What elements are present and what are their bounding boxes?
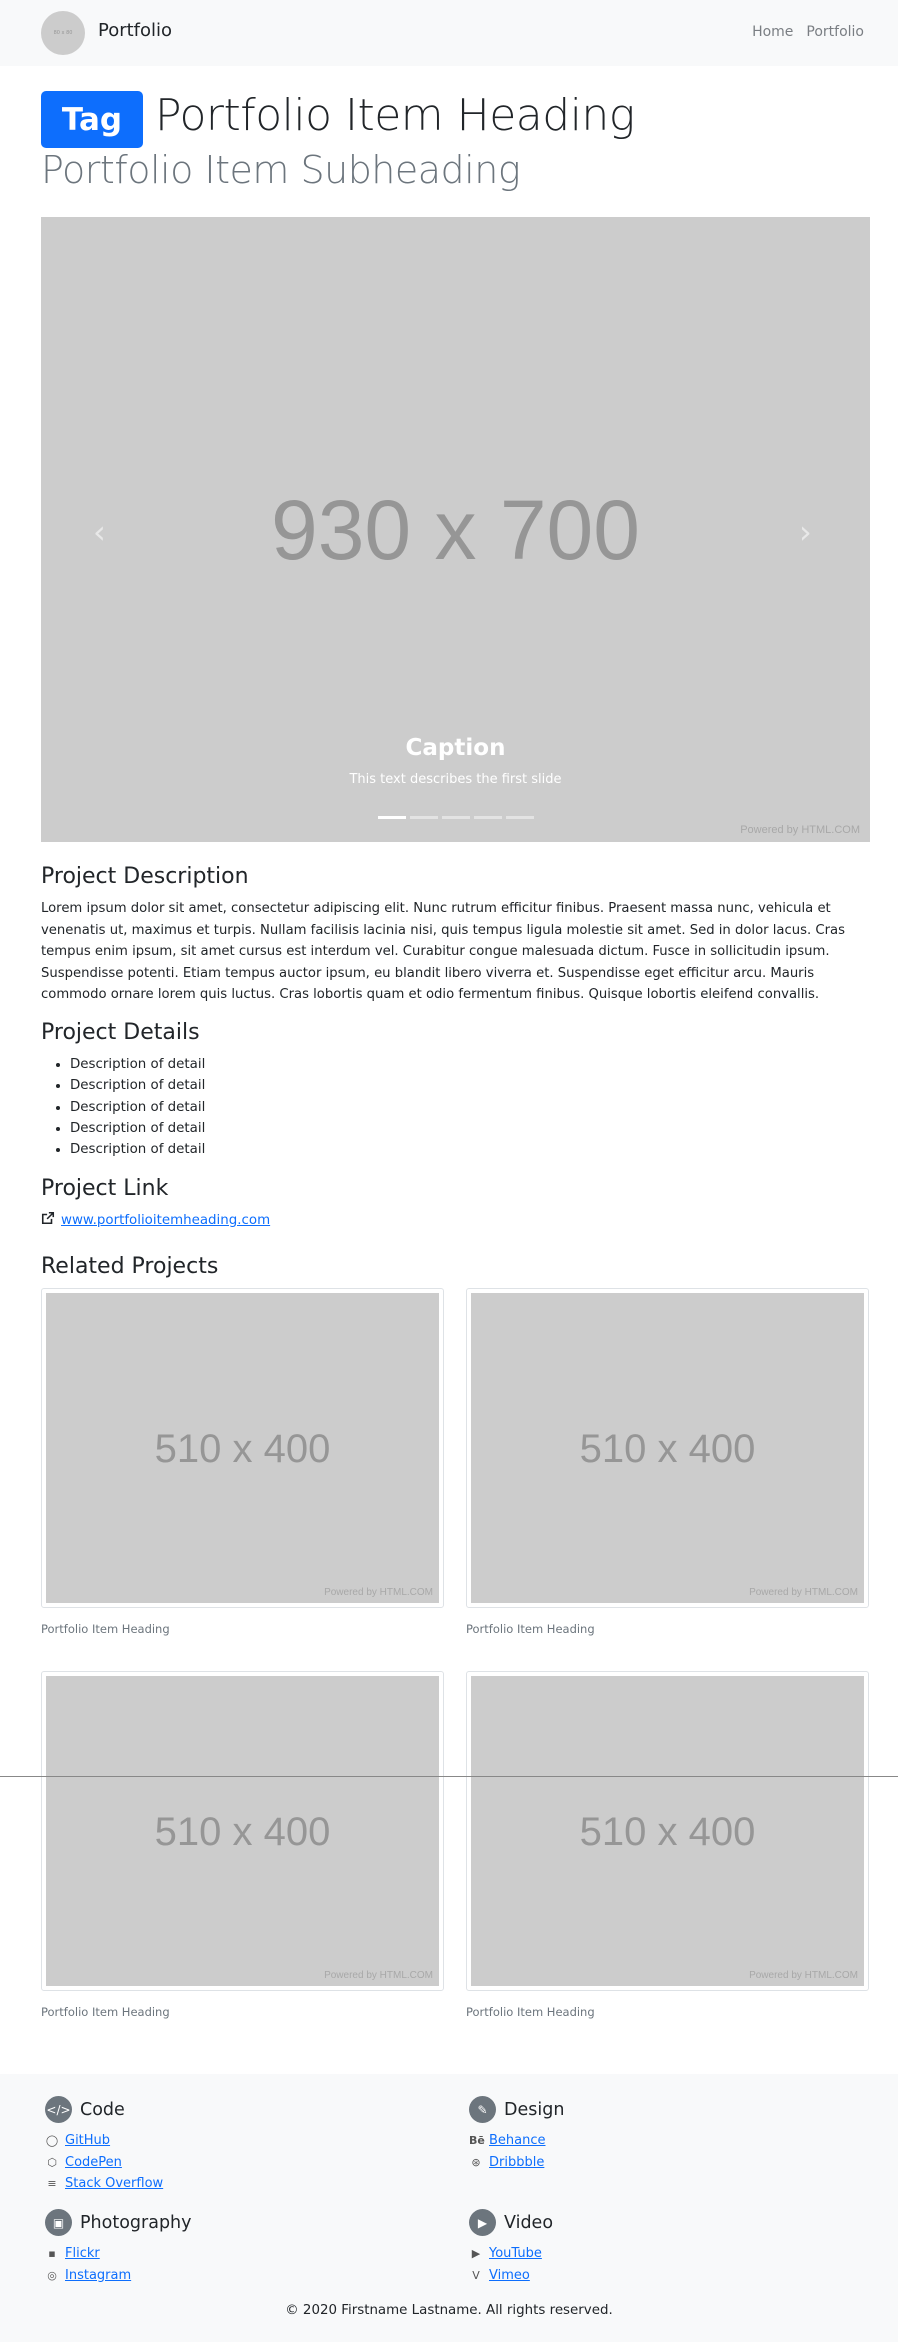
related-project-caption: Portfolio Item Heading: [41, 1622, 170, 1636]
carousel-indicators: [378, 816, 534, 819]
powered-by-text: Powered by HTML.COM: [749, 1970, 858, 1981]
thumbnail-size: 510 x 400: [579, 1427, 756, 1471]
brush-icon: ✎: [469, 2096, 496, 2123]
list-item: Description of detail: [70, 1139, 205, 1160]
copyright-text: © 2020 Firstname Lastname. All rights re…: [285, 2303, 613, 2318]
related-project-card[interactable]: 510 x 400 Powered by HTML.COM Portfolio …: [466, 1671, 869, 2019]
instagram-link[interactable]: Instagram: [65, 2265, 131, 2287]
related-project-card[interactable]: 510 x 400 Powered by HTML.COM Portfolio …: [466, 1288, 869, 1636]
list-item: Description of detail: [70, 1075, 205, 1096]
page-title: Portfolio Item Heading: [155, 90, 635, 141]
carousel-caption: Caption This text describes the first sl…: [41, 735, 870, 787]
related-project-caption: Portfolio Item Heading: [466, 2005, 595, 2019]
project-description-title: Project Description: [41, 864, 249, 889]
flickr-icon: ▪: [48, 2247, 56, 2260]
stack-overflow-icon: ≡: [47, 2177, 57, 2190]
code-icon: </>: [45, 2096, 72, 2123]
powered-by-text: Powered by HTML.COM: [740, 824, 860, 836]
list-item: Description of detail: [70, 1054, 205, 1075]
carousel-caption-title: Caption: [405, 735, 506, 761]
carousel-indicator[interactable]: [378, 816, 406, 819]
related-project-caption: Portfolio Item Heading: [41, 2005, 170, 2019]
project-link: www.portfolioitemheading.com: [41, 1211, 270, 1229]
tag-badge: Tag: [41, 91, 143, 148]
external-link-icon: [41, 1211, 55, 1229]
footer-section-video: ▶ Video ▶ YouTube V Vimeo: [469, 2209, 553, 2286]
related-project-card[interactable]: 510 x 400 Powered by HTML.COM Portfolio …: [41, 1288, 444, 1636]
vimeo-link[interactable]: Vimeo: [489, 2265, 530, 2287]
thumbnail-size: 510 x 400: [154, 1810, 331, 1854]
footer-section-code: </> Code ◯ GitHub ⬡ CodePen ≡ Stack Overflo…: [45, 2096, 163, 2195]
thumbnail-size: 510 x 400: [154, 1427, 331, 1471]
related-project-thumbnail[interactable]: 510 x 400 Powered by HTML.COM: [466, 1288, 869, 1608]
related-projects-title: Related Projects: [41, 1254, 219, 1279]
list-item: Description of detail: [70, 1097, 205, 1118]
nav-links: Home Portfolio: [752, 24, 864, 40]
related-project-thumbnail[interactable]: 510 x 400 Powered by HTML.COM: [41, 1288, 444, 1608]
stack-overflow-link[interactable]: Stack Overflow: [65, 2173, 163, 2195]
carousel-indicator[interactable]: [410, 816, 438, 819]
brand-logo[interactable]: 80 x 80: [41, 11, 85, 55]
related-project-caption: Portfolio Item Heading: [466, 1622, 595, 1636]
footer-section-title: Design: [504, 2099, 565, 2120]
footer-section-title: Code: [80, 2099, 125, 2120]
behance-link[interactable]: Behance: [489, 2130, 546, 2152]
project-link-title: Project Link: [41, 1176, 169, 1201]
brand-logo-text: 80 x 80: [53, 30, 73, 36]
image-carousel: 930 x 700 ‹ › Caption This text describe…: [41, 217, 870, 842]
flickr-link[interactable]: Flickr: [65, 2243, 100, 2265]
codepen-link[interactable]: CodePen: [65, 2152, 122, 2174]
youtube-link[interactable]: YouTube: [489, 2243, 542, 2265]
youtube-icon: ▶: [471, 2247, 481, 2260]
footer-section-design: ✎ Design Bē Behance ⊛ Dribbble: [469, 2096, 564, 2173]
carousel-caption-text: This text describes the first slide: [349, 772, 562, 787]
related-project-thumbnail[interactable]: 510 x 400 Powered by HTML.COM: [41, 1671, 444, 1991]
carousel-prev-icon[interactable]: ‹: [93, 513, 106, 551]
related-project-card[interactable]: 510 x 400 Powered by HTML.COM Portfolio …: [41, 1671, 444, 2019]
nav-link-home[interactable]: Home: [752, 24, 793, 40]
carousel-indicator[interactable]: [506, 816, 534, 819]
images-icon: ▣: [45, 2209, 72, 2236]
carousel-image-size: 930 x 700: [271, 483, 640, 577]
thumbnail-size: 510 x 400: [579, 1810, 756, 1854]
carousel-indicator[interactable]: [474, 816, 502, 819]
dribbble-link[interactable]: Dribbble: [489, 2152, 544, 2174]
footer-section-title: Photography: [80, 2212, 192, 2233]
project-description-text: Lorem ipsum dolor sit amet, consectetur …: [41, 901, 845, 1002]
brand-name[interactable]: Portfolio: [98, 20, 172, 41]
footer-section-photography: ▣ Photography ▪ Flickr ◎ Instagram: [45, 2209, 192, 2286]
project-details-list: Description of detail Description of det…: [70, 1054, 205, 1160]
horizontal-divider: [0, 1776, 898, 1777]
powered-by-text: Powered by HTML.COM: [324, 1970, 433, 1981]
powered-by-text: Powered by HTML.COM: [749, 1587, 858, 1598]
carousel-indicator[interactable]: [442, 816, 470, 819]
instagram-icon: ◎: [47, 2268, 57, 2282]
powered-by-text: Powered by HTML.COM: [324, 1587, 433, 1598]
related-project-thumbnail[interactable]: 510 x 400 Powered by HTML.COM: [466, 1671, 869, 1991]
video-camera-icon: ▶: [469, 2209, 496, 2236]
project-details-title: Project Details: [41, 1020, 200, 1045]
behance-icon: Bē: [469, 2134, 485, 2147]
page-subtitle: Portfolio Item Subheading: [41, 148, 521, 192]
nav-link-portfolio[interactable]: Portfolio: [806, 24, 864, 40]
vimeo-icon: V: [472, 2268, 480, 2282]
navbar: 80 x 80 Portfolio Home Portfolio: [0, 0, 898, 66]
list-item: Description of detail: [70, 1118, 205, 1139]
carousel-next-icon[interactable]: ›: [799, 513, 812, 551]
github-link[interactable]: GitHub: [65, 2130, 110, 2152]
codepen-icon: ⬡: [47, 2155, 57, 2169]
footer-section-title: Video: [504, 2212, 554, 2233]
project-url-link[interactable]: www.portfolioitemheading.com: [61, 1213, 270, 1228]
dribbble-icon: ⊛: [471, 2155, 481, 2169]
github-icon: ◯: [45, 2134, 59, 2147]
